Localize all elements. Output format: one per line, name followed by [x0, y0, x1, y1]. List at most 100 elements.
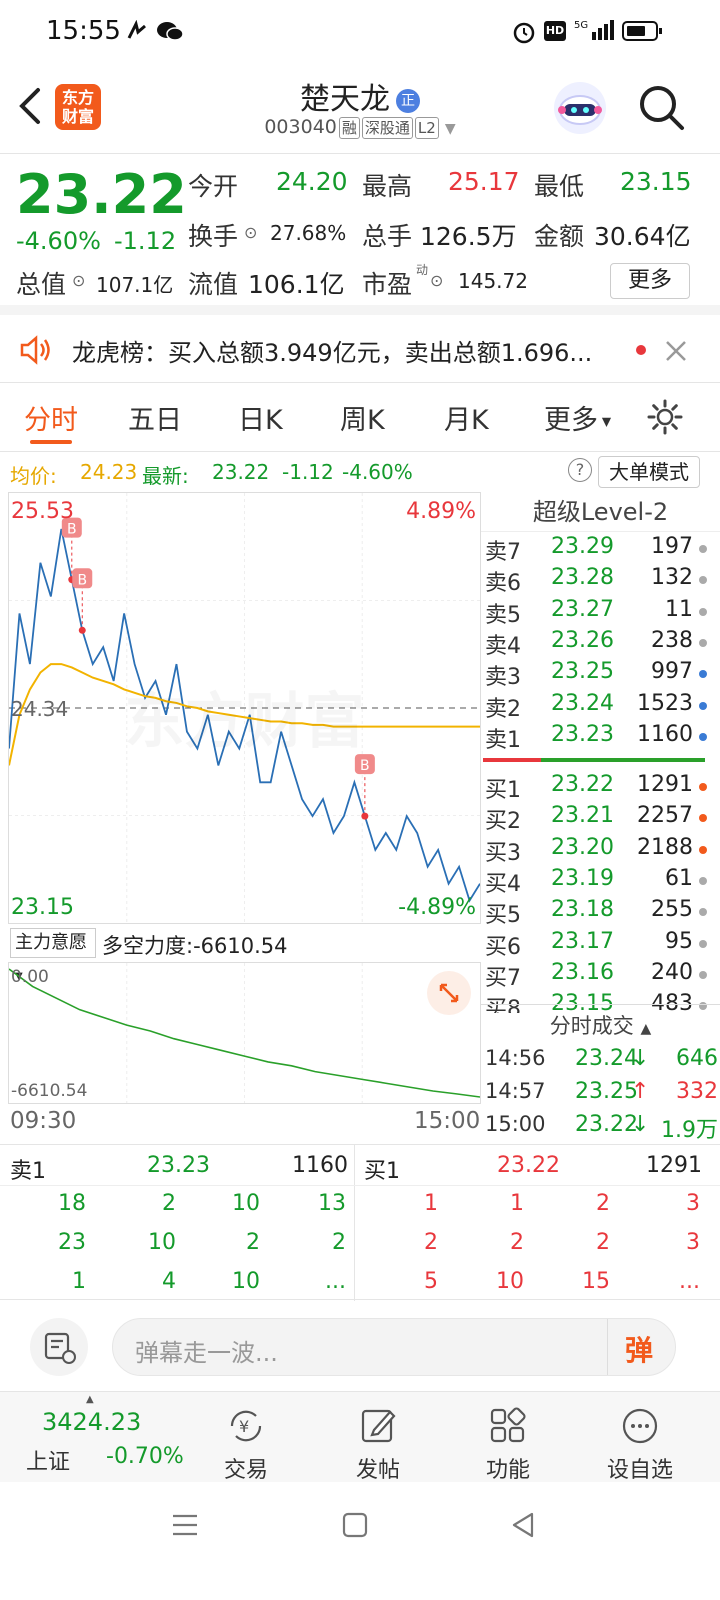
- level-dot: [699, 638, 707, 647]
- nav-add-watchlist[interactable]: 设自选: [590, 1406, 690, 1484]
- level-price: 23.26: [551, 627, 614, 653]
- index-pct[interactable]: -0.70%: [106, 1444, 184, 1469]
- pe-value: 145.72: [458, 269, 528, 293]
- home-icon[interactable]: [340, 1510, 370, 1540]
- expand-icon[interactable]: [427, 971, 471, 1015]
- float-value: 106.1亿: [248, 270, 345, 299]
- info-icon[interactable]: ⊙: [244, 223, 257, 242]
- level-dot: [699, 908, 707, 917]
- notice-bar[interactable]: 龙虎榜：买入总额3.949亿元，卖出总额1.696...: [0, 315, 720, 383]
- robot-assistant-icon[interactable]: [552, 80, 608, 136]
- level-price: 23.18: [551, 897, 614, 923]
- order-book-sell-row[interactable]: 卖5 23.27 11: [481, 597, 707, 628]
- index-value[interactable]: 3424.23: [42, 1408, 141, 1436]
- close-icon[interactable]: [664, 339, 688, 363]
- more-button[interactable]: 更多: [610, 263, 690, 299]
- stock-subtitle[interactable]: 003040 融深股通 L2 ▼: [0, 116, 720, 139]
- info-icon[interactable]: ⊙: [430, 271, 443, 290]
- queue-sell-label: 卖1: [10, 1159, 46, 1184]
- barrage-settings-icon[interactable]: [30, 1318, 88, 1376]
- level-price: 23.27: [551, 596, 614, 622]
- level-label: 买1: [485, 778, 521, 803]
- queue-cell: 18: [58, 1191, 86, 1216]
- level-dot: [699, 732, 707, 741]
- chevron-down-icon: ▼: [444, 121, 456, 137]
- menu-icon[interactable]: [170, 1510, 200, 1540]
- level-label: 买5: [485, 903, 521, 929]
- barrage-send-button[interactable]: 弹: [625, 1329, 653, 1369]
- queue-cell: 2: [246, 1230, 260, 1255]
- chart-bottom-pct: -4.89%: [398, 895, 476, 920]
- nav-post[interactable]: 发帖: [328, 1406, 428, 1484]
- mktcap-label: 总值: [16, 270, 67, 299]
- intraday-chart[interactable]: B B B 东方财富 25.53 4.89% 24.34 23.15 -4.89%: [8, 492, 481, 924]
- big-order-mode-button[interactable]: 大单模式: [598, 456, 700, 488]
- queue-cell: 1: [424, 1191, 438, 1216]
- tab-five-day[interactable]: 五日: [128, 398, 182, 437]
- time-start: 09:30: [10, 1108, 77, 1134]
- order-book-buy-row[interactable]: 买4 23.19 61: [481, 866, 707, 897]
- info-icon[interactable]: ⊙: [72, 271, 85, 290]
- tab-underline: [30, 440, 72, 444]
- tab-daily-k[interactable]: 日K: [238, 398, 283, 437]
- gear-icon[interactable]: [646, 398, 684, 436]
- order-book-buy-row[interactable]: 买6 23.17 95: [481, 929, 707, 960]
- level-label: 买2: [485, 809, 521, 835]
- order-book-buy-row[interactable]: 买1 23.22 1291: [481, 772, 707, 803]
- back-nav-icon[interactable]: [508, 1510, 538, 1540]
- tab-more[interactable]: 更多 ▼: [544, 398, 611, 437]
- order-book-sell-row[interactable]: 卖3 23.25 997: [481, 659, 707, 690]
- level-label: 卖3: [485, 665, 521, 691]
- nav-functions[interactable]: 功能: [458, 1406, 558, 1484]
- sell-ratio-bar: [541, 758, 705, 762]
- index-name[interactable]: 上证: [26, 1444, 70, 1476]
- level-label: 卖4: [485, 633, 521, 659]
- order-book-sell-row[interactable]: 卖7 23.29 197: [481, 534, 707, 565]
- order-book-buy-row[interactable]: 买5 23.18 255: [481, 897, 707, 928]
- order-book-sell-row[interactable]: 卖6 23.28 132: [481, 565, 707, 596]
- queue-buy-label: 买1: [364, 1159, 400, 1184]
- search-icon[interactable]: [638, 84, 686, 132]
- order-book-buy-row[interactable]: 买2 23.21 2257: [481, 803, 707, 834]
- order-book-sell-row[interactable]: 卖1 23.23 1160: [481, 722, 707, 753]
- indicator-select[interactable]: 主力意愿 ▼: [10, 928, 96, 982]
- tag-shenguotong: 深股通: [361, 117, 413, 139]
- level-qty: 240: [651, 959, 693, 985]
- stock-code: 003040: [264, 116, 337, 138]
- trade-marker-label: B: [360, 758, 370, 774]
- nav-trade[interactable]: ¥ 交易: [196, 1406, 296, 1484]
- low-label: 最低: [534, 172, 585, 201]
- queue-buy-qty: 1291: [646, 1153, 702, 1178]
- barrage-input[interactable]: 弹幕走一波... 弹: [112, 1318, 676, 1376]
- trades-title[interactable]: 分时成交 ▲: [481, 1010, 720, 1040]
- level-qty: 1160: [637, 721, 693, 747]
- time-end: 15:00: [414, 1108, 481, 1134]
- trade-row: 15:00 23.22 ↓ 1.9万: [481, 1112, 720, 1143]
- amount-value: 30.64亿: [594, 222, 691, 251]
- trade-price: 23.24: [575, 1046, 638, 1071]
- tab-intraday[interactable]: 分时: [24, 398, 78, 437]
- turnover-label: 换手: [188, 222, 239, 251]
- indicator-chart[interactable]: 0.00 -6610.54: [8, 962, 481, 1104]
- queue-cell: 1: [510, 1191, 524, 1216]
- queue-cell: 4: [162, 1269, 176, 1294]
- level-label: 卖1: [485, 727, 521, 753]
- trade-arrow: ↓: [631, 1046, 650, 1071]
- order-book-buy-row[interactable]: 买7 23.16 240: [481, 960, 707, 991]
- help-icon[interactable]: ?: [568, 458, 592, 482]
- level-label: 买4: [485, 871, 521, 897]
- chart-top-price: 25.53: [11, 499, 74, 524]
- high-label: 最高: [362, 172, 413, 201]
- queue-cell: 10: [232, 1191, 260, 1216]
- trade-arrow: ↑: [631, 1079, 650, 1104]
- current-price: 23.22: [16, 163, 187, 226]
- caret-up-icon: ▲: [86, 1394, 94, 1405]
- order-book-sell-row[interactable]: 卖4 23.26 238: [481, 628, 707, 659]
- level-qty: 132: [651, 565, 693, 591]
- tab-weekly-k[interactable]: 周K: [340, 398, 385, 437]
- trade-price: 23.25: [575, 1079, 638, 1104]
- order-book-buy-row[interactable]: 买3 23.20 2188: [481, 835, 707, 866]
- order-book-sell-row[interactable]: 卖2 23.24 1523: [481, 691, 707, 722]
- stock-title: 楚天龙正: [0, 74, 720, 118]
- tab-monthly-k[interactable]: 月K: [444, 398, 489, 437]
